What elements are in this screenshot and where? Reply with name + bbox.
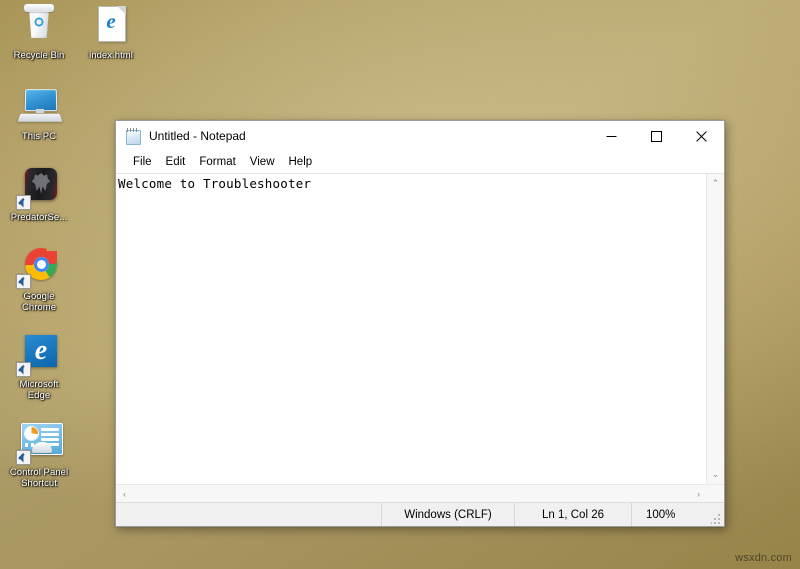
desktop-icon-control-panel[interactable]: Control Panel Shortcut <box>6 421 72 489</box>
resize-grip-icon[interactable] <box>711 513 722 524</box>
horizontal-scrollbar[interactable]: ‹ › <box>116 484 724 502</box>
shortcut-overlay-icon <box>16 274 31 289</box>
minimize-icon <box>606 131 617 142</box>
desktop-icon-index-html[interactable]: e index.html <box>78 4 144 61</box>
notepad-title-bar[interactable]: Untitled - Notepad <box>116 121 724 151</box>
notepad-icon <box>125 128 141 144</box>
desktop-icon-label: Microsoft Edge <box>6 379 72 401</box>
scrollbar-corner <box>707 485 724 502</box>
control-panel-icon <box>6 421 72 465</box>
shortcut-overlay-icon <box>16 450 31 465</box>
desktop-icon-this-pc[interactable]: This PC <box>6 85 72 142</box>
maximize-button[interactable] <box>634 121 679 151</box>
scroll-up-arrow-icon[interactable]: ⌃ <box>707 176 724 191</box>
scroll-right-arrow-icon[interactable]: › <box>690 485 707 502</box>
edge-icon: e <box>6 333 72 377</box>
minimize-button[interactable] <box>589 121 634 151</box>
menu-item-help[interactable]: Help <box>282 154 320 170</box>
scroll-left-arrow-icon[interactable]: ‹ <box>116 485 133 502</box>
predator-sense-icon <box>6 166 72 210</box>
status-bar-spacer <box>116 503 381 526</box>
desktop-icon-column: Recycle Bin This PC PredatorSe... <box>6 4 72 495</box>
desktop-icon-label: Recycle Bin <box>6 50 72 61</box>
recycle-bin-icon <box>6 4 72 48</box>
shortcut-overlay-icon <box>16 195 31 210</box>
scroll-down-arrow-icon[interactable]: ⌄ <box>707 467 724 482</box>
notepad-editor-area: Welcome to Troubleshooter ⌃ ⌄ <box>116 173 724 484</box>
maximize-icon <box>651 131 662 142</box>
html-document-icon: e <box>78 4 144 48</box>
desktop-icon-label: Google Chrome <box>6 291 72 313</box>
editor-line: Welcome to Troubleshooter <box>118 176 706 192</box>
desktop-icon-recycle-bin[interactable]: Recycle Bin <box>6 4 72 61</box>
horizontal-scroll-track[interactable] <box>133 485 690 502</box>
menu-item-file[interactable]: File <box>126 154 159 170</box>
computer-icon <box>6 85 72 129</box>
desktop-icon-label: This PC <box>6 131 72 142</box>
menu-item-edit[interactable]: Edit <box>159 154 193 170</box>
desktop-icon-predator-sense[interactable]: PredatorSe... <box>6 166 72 223</box>
menu-item-view[interactable]: View <box>243 154 282 170</box>
desktop-icon-label: index.html <box>78 50 144 61</box>
vertical-scrollbar[interactable]: ⌃ ⌄ <box>706 174 724 484</box>
status-cursor-position[interactable]: Ln 1, Col 26 <box>514 503 631 526</box>
notepad-status-bar: Windows (CRLF) Ln 1, Col 26 100% <box>116 502 724 526</box>
desktop-icon-google-chrome[interactable]: Google Chrome <box>6 245 72 313</box>
window-controls <box>589 121 724 151</box>
desktop-icon-microsoft-edge[interactable]: e Microsoft Edge <box>6 333 72 401</box>
status-line-ending[interactable]: Windows (CRLF) <box>381 503 514 526</box>
shortcut-overlay-icon <box>16 362 31 377</box>
close-icon <box>696 131 707 142</box>
menu-item-format[interactable]: Format <box>192 154 242 170</box>
notepad-menu-bar: File Edit Format View Help <box>116 151 724 173</box>
notepad-window[interactable]: Untitled - Notepad <box>115 120 725 527</box>
window-title: Untitled - Notepad <box>149 129 589 143</box>
desktop[interactable]: Recycle Bin This PC PredatorSe... <box>0 0 800 569</box>
watermark: wsxdn.com <box>735 552 792 564</box>
desktop-icon-label: PredatorSe... <box>6 212 72 223</box>
text-editor[interactable]: Welcome to Troubleshooter <box>116 174 706 484</box>
close-button[interactable] <box>679 121 724 151</box>
desktop-icon-label: Control Panel Shortcut <box>6 467 72 489</box>
chrome-icon <box>6 245 72 289</box>
